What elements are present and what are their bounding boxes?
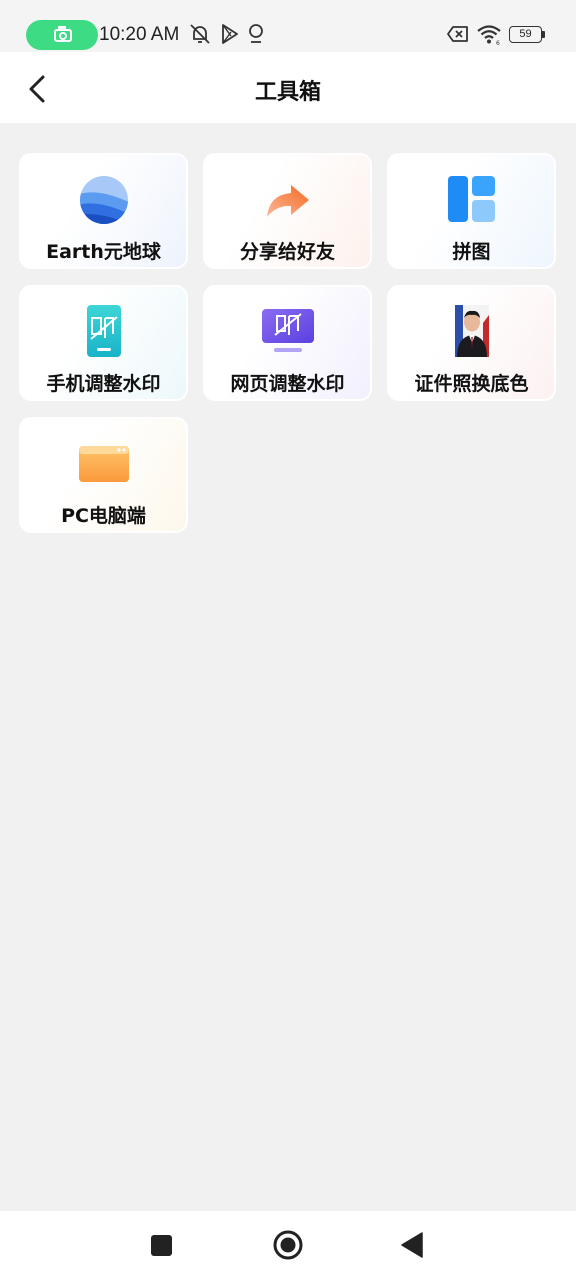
- battery-icon: 59: [509, 26, 542, 43]
- tool-label: PC电脑端: [61, 505, 146, 527]
- recents-square-icon[interactable]: [143, 1227, 179, 1263]
- status-bar: 10:20 AM 6 59: [0, 0, 576, 52]
- mute-bell-icon: [190, 24, 210, 44]
- tool-earth[interactable]: Earth元地球: [19, 153, 188, 269]
- share-arrow-icon: [266, 185, 309, 217]
- back-triangle-icon[interactable]: [395, 1227, 431, 1263]
- tool-label: 网页调整水印: [230, 373, 345, 395]
- no-sim-icon: [447, 26, 468, 42]
- tool-label: 手机调整水印: [46, 373, 161, 395]
- page-title: 工具箱: [254, 80, 321, 105]
- location-icon: [249, 24, 263, 43]
- earth-globe-icon: [79, 176, 128, 224]
- svg-text:6: 6: [496, 40, 500, 46]
- header: 工具箱: [0, 52, 576, 123]
- tool-label: 分享给好友: [239, 241, 335, 263]
- tool-share[interactable]: 分享给好友: [203, 153, 372, 269]
- web-watermark-icon: [261, 309, 314, 352]
- battery-level: 59: [519, 28, 532, 40]
- phone-watermark-icon: [86, 305, 121, 357]
- wifi-icon: 6: [477, 25, 501, 46]
- status-time: 10:20 AM: [99, 24, 180, 45]
- pc-window-icon: [78, 446, 129, 482]
- tool-pc[interactable]: PC电脑端: [19, 417, 188, 533]
- tool-label: 证件照换底色: [414, 373, 529, 395]
- id-photo-icon: [454, 305, 489, 357]
- screen-record-icon[interactable]: [26, 20, 98, 50]
- tool-phone-watermark[interactable]: 手机调整水印: [19, 285, 188, 401]
- tool-id-photo[interactable]: 证件照换底色: [387, 285, 556, 401]
- tool-label: Earth元地球: [46, 241, 161, 263]
- battery-tip: [542, 31, 545, 38]
- tool-web-watermark[interactable]: 网页调整水印: [203, 285, 372, 401]
- tool-label: 拼图: [452, 241, 491, 263]
- play-store-icon: [222, 24, 238, 44]
- system-nav-bar: [0, 1211, 576, 1280]
- home-circle-icon[interactable]: [270, 1227, 306, 1263]
- tool-collage[interactable]: 拼图: [387, 153, 556, 269]
- collage-layout-icon: [447, 176, 495, 222]
